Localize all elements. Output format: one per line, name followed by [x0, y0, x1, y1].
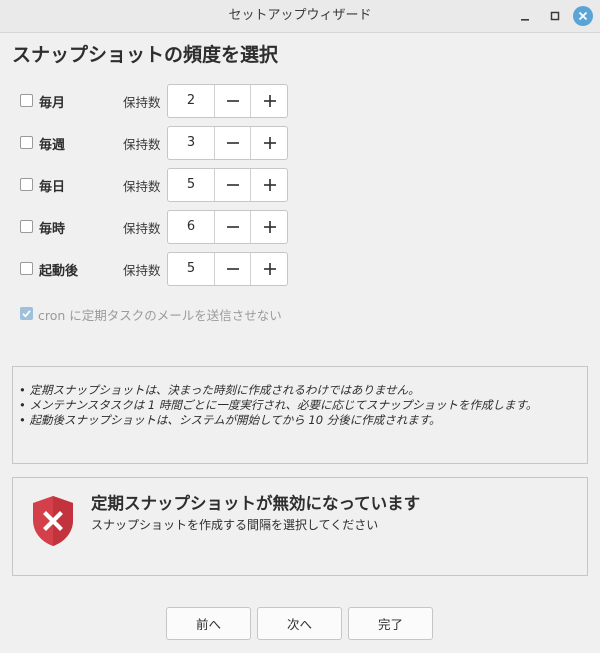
daily-keep-input[interactable]: 5	[168, 169, 214, 201]
previous-button[interactable]: 前へ	[166, 607, 251, 640]
monthly-checkbox[interactable]	[20, 94, 33, 107]
daily-keep-stepper: 5	[167, 168, 288, 202]
page-title: スナップショットの頻度を選択	[12, 44, 279, 66]
hourly-keep-stepper: 6	[167, 210, 288, 244]
close-button[interactable]	[573, 6, 593, 26]
boot-label[interactable]: 起動後	[39, 260, 78, 279]
plus-icon	[263, 95, 276, 107]
boot-increment-button[interactable]	[250, 253, 288, 285]
minus-icon	[227, 142, 239, 144]
schedule-row-monthly: 毎月 保持数 2	[20, 84, 320, 118]
monthly-keep-stepper: 2	[167, 84, 288, 118]
status-subtitle: スナップショットを作成する間隔を選択してください	[91, 518, 379, 532]
boot-decrement-button[interactable]	[214, 253, 251, 285]
hourly-checkbox[interactable]	[20, 220, 33, 233]
daily-checkbox[interactable]	[20, 178, 33, 191]
hourly-decrement-button[interactable]	[214, 211, 251, 243]
plus-icon	[263, 263, 276, 275]
daily-increment-button[interactable]	[250, 169, 288, 201]
monthly-decrement-button[interactable]	[214, 85, 251, 117]
minus-icon	[227, 268, 239, 270]
weekly-decrement-button[interactable]	[214, 127, 251, 159]
maximize-icon	[550, 11, 560, 21]
monthly-keep-label: 保持数	[123, 95, 161, 110]
weekly-keep-label: 保持数	[123, 137, 161, 152]
minimize-icon	[521, 19, 529, 21]
next-button[interactable]: 次へ	[257, 607, 342, 640]
boot-keep-label: 保持数	[123, 263, 161, 278]
weekly-keep-stepper: 3	[167, 126, 288, 160]
daily-label[interactable]: 毎日	[39, 176, 65, 195]
schedule-row-hourly: 毎時 保持数 6	[20, 210, 320, 244]
minus-icon	[227, 184, 239, 186]
boot-checkbox[interactable]	[20, 262, 33, 275]
maximize-button[interactable]	[545, 6, 565, 26]
shield-error-icon	[33, 496, 73, 546]
hourly-label[interactable]: 毎時	[39, 218, 65, 237]
plus-icon	[263, 221, 276, 233]
status-title: 定期スナップショットが無効になっています	[91, 494, 421, 513]
weekly-keep-input[interactable]: 3	[168, 127, 214, 159]
plus-icon	[263, 179, 276, 191]
checkmark-icon	[22, 310, 31, 318]
boot-keep-input[interactable]: 5	[168, 253, 214, 285]
weekly-checkbox[interactable]	[20, 136, 33, 149]
hourly-keep-input[interactable]: 6	[168, 211, 214, 243]
hourly-increment-button[interactable]	[250, 211, 288, 243]
schedule-row-weekly: 毎週 保持数 3	[20, 126, 320, 160]
cron-email-checkbox[interactable]	[20, 307, 33, 320]
status-panel: 定期スナップショットが無効になっています スナップショットを作成する間隔を選択し…	[12, 477, 588, 576]
boot-keep-stepper: 5	[167, 252, 288, 286]
note-item: • メンテナンスタスクは 1 時間ごとに一度実行され、必要に応じてスナップショッ…	[19, 398, 538, 412]
plus-icon	[263, 137, 276, 149]
minus-icon	[227, 100, 239, 102]
info-notes: • 定期スナップショットは、決まった時刻に作成されるわけではありません。 • メ…	[12, 366, 588, 464]
monthly-increment-button[interactable]	[250, 85, 288, 117]
monthly-keep-input[interactable]: 2	[168, 85, 214, 117]
minus-icon	[227, 226, 239, 228]
daily-decrement-button[interactable]	[214, 169, 251, 201]
schedule-row-boot: 起動後 保持数 5	[20, 252, 320, 286]
hourly-keep-label: 保持数	[123, 221, 161, 236]
note-item: • 起動後スナップショットは、システムが開始してから 10 分後に作成されます。	[19, 413, 441, 427]
daily-keep-label: 保持数	[123, 179, 161, 194]
finish-button[interactable]: 完了	[348, 607, 433, 640]
close-icon	[578, 11, 588, 21]
weekly-increment-button[interactable]	[250, 127, 288, 159]
note-item: • 定期スナップショットは、決まった時刻に作成されるわけではありません。	[19, 383, 420, 397]
weekly-label[interactable]: 毎週	[39, 134, 65, 153]
monthly-label[interactable]: 毎月	[39, 92, 65, 111]
title-bar: セットアップウィザード	[0, 0, 600, 33]
cron-email-label: cron に定期タスクのメールを送信させない	[38, 308, 282, 323]
window-title: セットアップウィザード	[228, 8, 372, 23]
schedule-row-daily: 毎日 保持数 5	[20, 168, 320, 202]
minimize-button[interactable]	[515, 6, 535, 26]
